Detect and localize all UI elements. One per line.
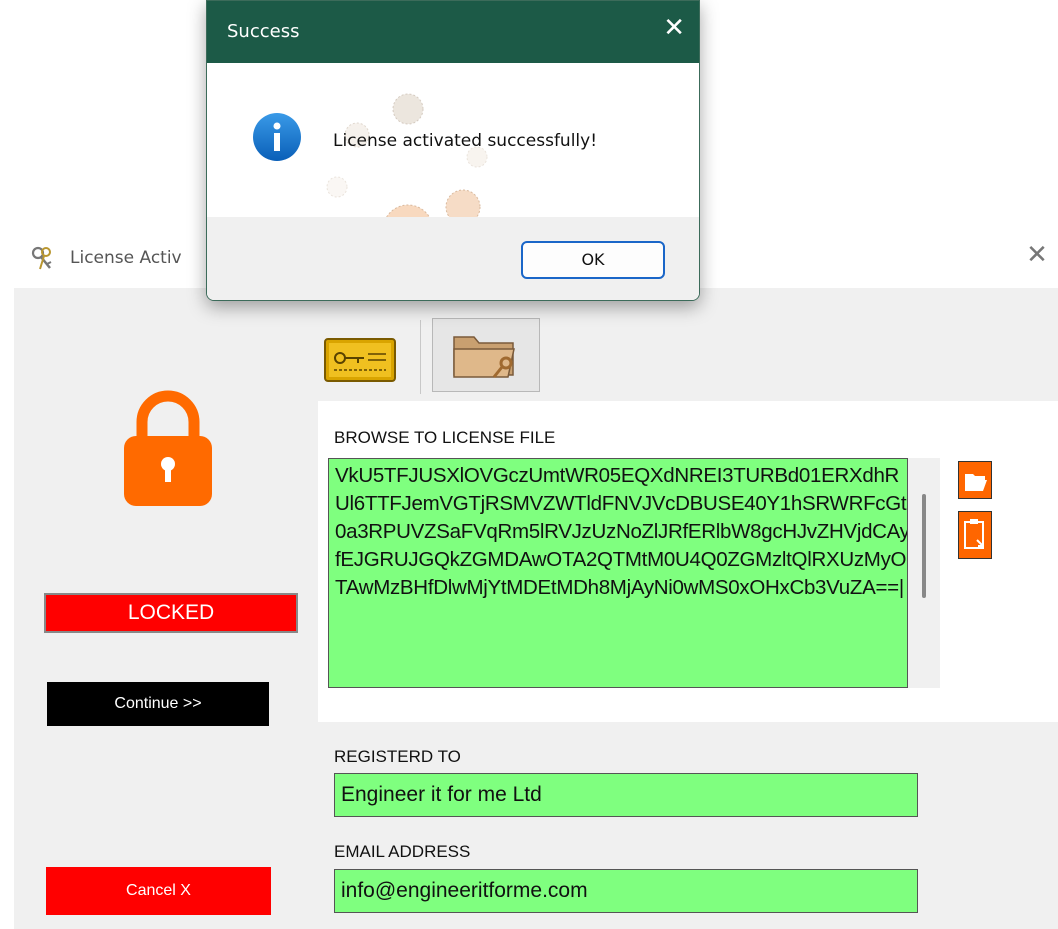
folder-key-icon <box>453 336 515 378</box>
status-badge: LOCKED <box>44 593 298 633</box>
license-key-card-icon <box>324 338 396 382</box>
dialog-body: License activated successfully! <box>207 63 699 256</box>
padlock-icon <box>124 390 212 506</box>
license-file-panel: BROWSE TO LICENSE FILE VkU5TFJUSXlOVGczU… <box>318 401 1058 722</box>
clipboard-paste-icon <box>964 519 984 549</box>
browse-file-button[interactable] <box>958 461 992 499</box>
tab-license-key[interactable] <box>310 320 421 394</box>
license-activation-window: License Activ ✕ LOCKED Continue >> Cance… <box>14 226 1058 929</box>
license-text-content: VkU5TFJUSXlOVGczUmtWR05EQXdNREI3TURBd01E… <box>335 464 908 599</box>
window-title: License Activ <box>70 248 182 268</box>
continue-button[interactable]: Continue >> <box>47 682 269 726</box>
open-folder-icon <box>965 474 987 491</box>
dialog-close-button[interactable]: ✕ <box>663 13 685 43</box>
dialog-message: License activated successfully! <box>333 131 598 151</box>
license-text-area[interactable]: VkU5TFJUSXlOVGczUmtWR05EQXdNREI3TURBd01E… <box>328 458 908 688</box>
window-client-area: LOCKED Continue >> Cancel X BROWSE TO LI… <box>14 288 1058 929</box>
registered-to-field[interactable]: Engineer it for me Ltd <box>334 773 918 817</box>
ok-button[interactable]: OK <box>521 241 665 279</box>
window-close-button[interactable]: ✕ <box>1022 240 1052 270</box>
keys-icon <box>31 246 52 270</box>
dialog-title: Success <box>227 21 300 42</box>
email-address-field[interactable]: info@engineeritforme.com <box>334 869 918 913</box>
registered-to-label: REGISTERD TO <box>334 747 461 766</box>
license-scrollbar[interactable] <box>908 458 940 688</box>
tab-license-file[interactable] <box>432 318 540 392</box>
browse-license-label: BROWSE TO LICENSE FILE <box>334 428 556 447</box>
paste-license-button[interactable] <box>958 511 992 559</box>
dialog-titlebar: Success ✕ <box>207 1 699 63</box>
email-address-label: EMAIL ADDRESS <box>334 842 471 861</box>
cancel-button[interactable]: Cancel X <box>46 867 271 915</box>
info-icon <box>253 113 301 161</box>
success-dialog: Success ✕ License activated successfully… <box>206 0 700 301</box>
scrollbar-thumb[interactable] <box>922 494 926 598</box>
dialog-footer: OK <box>207 217 699 300</box>
